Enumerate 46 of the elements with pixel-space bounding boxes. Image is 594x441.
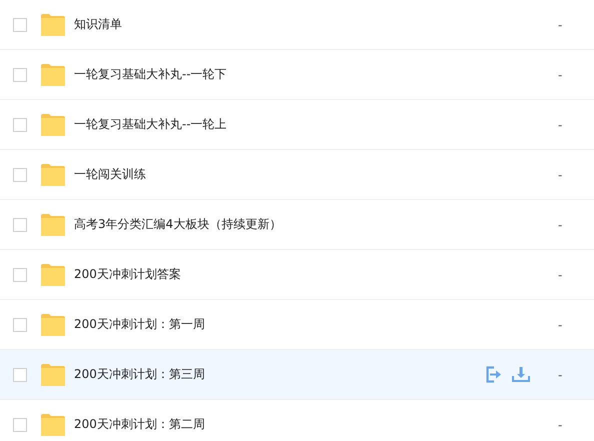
file-name[interactable]: 200天冲刺计划：第三周 [74, 366, 486, 383]
file-size: - [558, 18, 564, 32]
download-icon[interactable] [512, 366, 530, 383]
checkbox[interactable] [13, 318, 27, 332]
share-icon[interactable] [486, 366, 503, 383]
file-row[interactable]: 200天冲刺计划：第三周 - [0, 350, 594, 400]
folder-icon [41, 164, 65, 186]
file-row[interactable]: 知识清单 - [0, 0, 594, 50]
file-size: - [558, 318, 564, 332]
file-name[interactable]: 知识清单 [74, 16, 530, 33]
file-size: - [558, 368, 564, 382]
file-name[interactable]: 一轮复习基础大补丸--一轮上 [74, 116, 530, 133]
checkbox[interactable] [13, 418, 27, 432]
checkbox[interactable] [13, 68, 27, 82]
folder-icon [41, 414, 65, 436]
file-size: - [558, 418, 564, 432]
file-row[interactable]: 高考3年分类汇编4大板块（持续更新） - [0, 200, 594, 250]
checkbox[interactable] [13, 18, 27, 32]
file-name[interactable]: 200天冲刺计划：第一周 [74, 316, 530, 333]
file-row[interactable]: 一轮复习基础大补丸--一轮上 - [0, 100, 594, 150]
folder-icon [41, 264, 65, 286]
checkbox[interactable] [13, 268, 27, 282]
checkbox[interactable] [13, 368, 27, 382]
file-size: - [558, 118, 564, 132]
folder-icon [41, 314, 65, 336]
checkbox[interactable] [13, 118, 27, 132]
checkbox[interactable] [13, 218, 27, 232]
file-name[interactable]: 200天冲刺计划：第二周 [74, 416, 530, 433]
file-name[interactable]: 一轮复习基础大补丸--一轮下 [74, 66, 530, 83]
file-name[interactable]: 高考3年分类汇编4大板块（持续更新） [74, 216, 530, 233]
checkbox[interactable] [13, 168, 27, 182]
folder-icon [41, 214, 65, 236]
file-row[interactable]: 一轮闯关训练 - [0, 150, 594, 200]
file-size: - [558, 218, 564, 232]
file-row[interactable]: 200天冲刺计划：第二周 - [0, 400, 594, 441]
folder-icon [41, 64, 65, 86]
folder-icon [41, 14, 65, 36]
folder-icon [41, 364, 65, 386]
file-name[interactable]: 200天冲刺计划答案 [74, 266, 530, 283]
file-name[interactable]: 一轮闯关训练 [74, 166, 530, 183]
folder-icon [41, 114, 65, 136]
file-size: - [558, 268, 564, 282]
file-row[interactable]: 一轮复习基础大补丸--一轮下 - [0, 50, 594, 100]
file-size: - [558, 168, 564, 182]
file-size: - [558, 68, 564, 82]
file-row[interactable]: 200天冲刺计划答案 - [0, 250, 594, 300]
